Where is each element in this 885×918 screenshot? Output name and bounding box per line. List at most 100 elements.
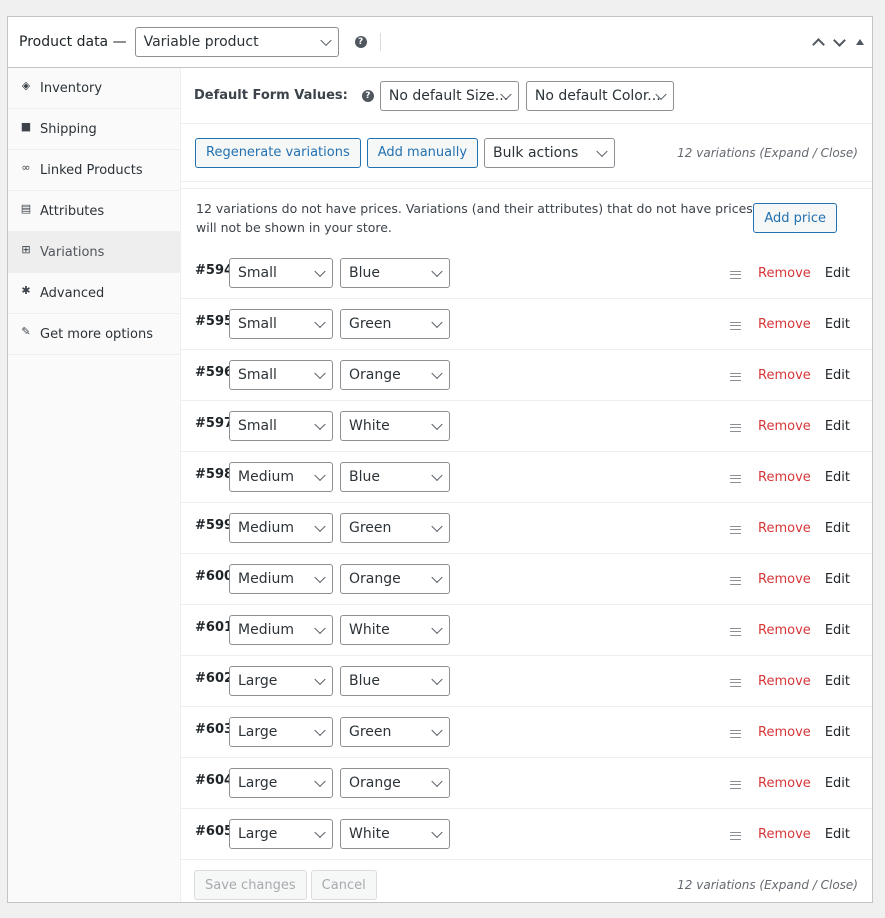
variation-size-select[interactable]: Small [229, 360, 333, 390]
remove-variation-link[interactable]: Remove [758, 266, 811, 281]
variation-id: #605 [195, 824, 234, 839]
panel-header: Product data — Variable product ? [8, 17, 872, 68]
chevron-down-icon [314, 265, 326, 278]
drag-handle-icon[interactable] [730, 627, 742, 636]
tab-attributes[interactable]: ▤ Attributes [8, 191, 180, 232]
variation-color-select[interactable]: Orange [340, 768, 450, 798]
tab-variations[interactable]: ⊞ Variations [8, 232, 180, 273]
variation-size-select[interactable]: Small [229, 258, 333, 288]
variation-size-select[interactable]: Small [229, 411, 333, 441]
remove-variation-link[interactable]: Remove [758, 827, 811, 842]
edit-variation-link[interactable]: Edit [825, 827, 850, 842]
variation-size-select[interactable]: Large [229, 819, 333, 849]
variation-size-select[interactable]: Medium [229, 462, 333, 492]
edit-variation-link[interactable]: Edit [825, 776, 850, 791]
default-form-values: Default Form Values: ? No default Size..… [181, 68, 872, 124]
question-circle-icon[interactable]: ? [354, 36, 367, 48]
variation-size-select[interactable]: Large [229, 768, 333, 798]
variations-count-expand-close[interactable]: 12 variations (Expand / Close) [677, 146, 858, 160]
remove-variation-link[interactable]: Remove [758, 572, 811, 587]
variation-color-select[interactable]: White [340, 411, 450, 441]
gear-icon: ✱ [21, 283, 31, 297]
regenerate-variations-button[interactable]: Regenerate variations [195, 137, 361, 168]
drag-handle-icon[interactable] [730, 780, 742, 789]
bulk-actions-value: Bulk actions [493, 144, 579, 161]
variation-color-value: Orange [349, 775, 401, 791]
variation-size-select[interactable]: Medium [229, 513, 333, 543]
variation-id: #594 [195, 263, 234, 278]
product-type-select[interactable]: Variable product [134, 27, 339, 57]
remove-variation-link[interactable]: Remove [758, 317, 811, 332]
variation-size-value: Small [238, 418, 277, 434]
variation-color-select[interactable]: Blue [340, 258, 450, 288]
edit-variation-link[interactable]: Edit [825, 674, 850, 689]
cancel-button[interactable]: Cancel [310, 870, 377, 900]
drag-handle-icon[interactable] [730, 729, 742, 738]
drag-handle-icon[interactable] [730, 525, 742, 534]
variation-color-select[interactable]: Green [340, 309, 450, 339]
remove-variation-link[interactable]: Remove [758, 623, 811, 638]
variation-size-select[interactable]: Medium [229, 564, 333, 594]
variation-size-select[interactable]: Large [229, 717, 333, 747]
variation-color-select[interactable]: Orange [340, 360, 450, 390]
tab-advanced[interactable]: ✱ Advanced [8, 273, 180, 314]
remove-variation-link[interactable]: Remove [758, 674, 811, 689]
remove-variation-link[interactable]: Remove [758, 470, 811, 485]
variation-color-select[interactable]: Orange [340, 564, 450, 594]
edit-variation-link[interactable]: Edit [825, 572, 850, 587]
toggle-panel-icon[interactable] [856, 39, 864, 45]
link-icon: ∞ [21, 160, 31, 174]
tab-label: Get more options [40, 326, 153, 342]
variation-color-select[interactable]: Green [340, 717, 450, 747]
chevron-down-icon [431, 571, 443, 584]
variations-count-expand-close[interactable]: 12 variations (Expand / Close) [677, 878, 858, 892]
drag-handle-icon[interactable] [730, 474, 742, 483]
variation-size-select[interactable]: Large [229, 666, 333, 696]
edit-variation-link[interactable]: Edit [825, 725, 850, 740]
tab-get-more-options[interactable]: ✎ Get more options [8, 314, 180, 355]
tab-shipping[interactable]: ■ Shipping [8, 109, 180, 150]
save-changes-button[interactable]: Save changes [194, 870, 307, 900]
remove-variation-link[interactable]: Remove [758, 776, 811, 791]
drag-handle-icon[interactable] [730, 423, 742, 432]
move-down-icon[interactable] [833, 34, 846, 47]
variation-size-select[interactable]: Medium [229, 615, 333, 645]
edit-variation-link[interactable]: Edit [825, 317, 850, 332]
remove-variation-link[interactable]: Remove [758, 521, 811, 536]
drag-handle-icon[interactable] [730, 831, 742, 840]
default-color-select[interactable]: No default Color... [525, 80, 674, 111]
add-price-button[interactable]: Add price [753, 203, 837, 233]
variation-size-value: Medium [238, 622, 294, 638]
bulk-actions-select[interactable]: Bulk actions [484, 137, 616, 168]
remove-variation-link[interactable]: Remove [758, 725, 811, 740]
drag-handle-icon[interactable] [730, 372, 742, 381]
edit-variation-link[interactable]: Edit [825, 470, 850, 485]
variation-actions: Remove Edit [730, 572, 850, 587]
remove-variation-link[interactable]: Remove [758, 419, 811, 434]
add-manually-button[interactable]: Add manually [366, 137, 479, 168]
edit-variation-link[interactable]: Edit [825, 419, 850, 434]
variation-size-select[interactable]: Small [229, 309, 333, 339]
variation-color-select[interactable]: Blue [340, 666, 450, 696]
variation-color-select[interactable]: Blue [340, 462, 450, 492]
default-size-select[interactable]: No default Size... [379, 80, 519, 111]
variation-color-select[interactable]: White [340, 615, 450, 645]
variation-color-value: Blue [349, 469, 380, 485]
variation-actions: Remove Edit [730, 725, 850, 740]
drag-handle-icon[interactable] [730, 576, 742, 585]
edit-variation-link[interactable]: Edit [825, 521, 850, 536]
edit-variation-link[interactable]: Edit [825, 266, 850, 281]
edit-variation-link[interactable]: Edit [825, 623, 850, 638]
variation-color-select[interactable]: Green [340, 513, 450, 543]
drag-handle-icon[interactable] [730, 678, 742, 687]
drag-handle-icon[interactable] [730, 270, 742, 279]
remove-variation-link[interactable]: Remove [758, 368, 811, 383]
question-circle-icon[interactable]: ? [361, 89, 374, 102]
edit-variation-link[interactable]: Edit [825, 368, 850, 383]
chevron-down-icon [314, 316, 326, 329]
move-up-icon[interactable] [812, 38, 825, 51]
variation-color-select[interactable]: White [340, 819, 450, 849]
tab-linked-products[interactable]: ∞ Linked Products [8, 150, 180, 191]
tab-inventory[interactable]: ◈ Inventory [8, 68, 180, 109]
drag-handle-icon[interactable] [730, 321, 742, 330]
